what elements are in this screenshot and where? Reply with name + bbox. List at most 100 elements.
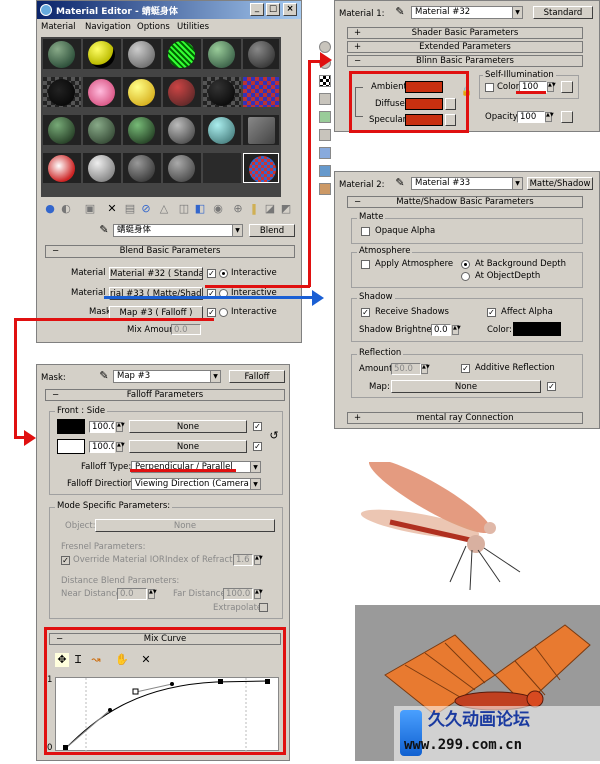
assign-to-selection-icon[interactable]: ▣ (83, 202, 97, 216)
mat1-type-button[interactable]: Standard (533, 6, 593, 19)
at-object-depth-radio[interactable] (461, 272, 470, 281)
override-ior-checkbox[interactable]: ✓ (61, 556, 70, 565)
sample-slot[interactable] (123, 77, 161, 107)
front-value-field[interactable]: 100.0 (89, 421, 115, 433)
ior-field[interactable]: 1.6 (233, 554, 253, 566)
falloff-direction-dropdown[interactable]: Viewing Direction (Camera Z-Axis) ▼ (131, 478, 261, 490)
sample-slot[interactable] (83, 153, 121, 183)
show-end-result-icon[interactable]: ◉ (211, 202, 225, 216)
reflection-amount-field[interactable]: 50.0 (391, 363, 421, 375)
shadow-color-swatch[interactable] (513, 322, 561, 336)
background-icon[interactable] (319, 75, 331, 87)
far-distance-field[interactable]: 100.0 (223, 588, 253, 600)
opacity-field[interactable]: 100 (517, 111, 545, 123)
close-button[interactable]: × (283, 3, 297, 16)
title-bar[interactable]: Material Editor - 蜻蜓身体 _ □ × (37, 1, 301, 19)
sample-slot[interactable] (123, 153, 161, 183)
mask-enable-checkbox[interactable]: ✓ (207, 308, 216, 317)
sample-slot[interactable] (243, 77, 279, 107)
put-to-library-icon[interactable]: △ (157, 202, 171, 216)
swap-colors-icon[interactable]: ↺ (267, 429, 281, 443)
opacity-spinner[interactable]: ▲▼ (545, 112, 554, 122)
sample-slot[interactable] (43, 153, 81, 183)
falloff-rollout[interactable]: − Falloff Parameters (45, 389, 285, 401)
shadow-brightness-field[interactable]: 0.0 (431, 324, 451, 336)
opaque-alpha-checkbox[interactable] (361, 227, 370, 236)
select-by-material-icon[interactable] (319, 165, 331, 177)
material-effects-channel-icon[interactable]: ◫ (177, 202, 191, 216)
sample-slot[interactable] (83, 115, 121, 145)
mix-amount-field[interactable]: 0.0 (171, 324, 201, 335)
near-distance-spinner[interactable]: ▲▼ (148, 589, 157, 599)
mat1-shader-rollout[interactable]: + Shader Basic Parameters (347, 27, 583, 39)
sample-slot[interactable] (83, 39, 121, 69)
material1-enable-checkbox[interactable]: ✓ (207, 269, 216, 278)
menu-material[interactable]: Material (41, 22, 76, 33)
mat1-blinn-rollout[interactable]: − Blinn Basic Parameters (347, 55, 583, 67)
front-value-spinner[interactable]: ▲▼ (116, 422, 125, 432)
make-unique-icon[interactable]: ⊘ (139, 202, 153, 216)
material1-button[interactable]: Material #32 ( Standard ) (109, 267, 203, 280)
receive-shadows-checkbox[interactable]: ✓ (361, 308, 370, 317)
show-map-in-viewport-icon[interactable]: ◧ (193, 202, 207, 216)
ior-spinner[interactable]: ▲▼ (254, 555, 263, 565)
material-type-button[interactable]: Blend (249, 224, 295, 237)
reset-map-icon[interactable]: ✕ (105, 202, 119, 216)
material-name-dropdown[interactable]: 蜻蜓身体 ▼ (113, 224, 243, 237)
opacity-map-button[interactable] (561, 111, 573, 123)
mental-ray-rollout[interactable]: + mental ray Connection (347, 412, 583, 424)
side-map-checkbox[interactable]: ✓ (253, 442, 262, 451)
minimize-button[interactable]: _ (250, 3, 264, 16)
mask-name-dropdown[interactable]: Map #3 ▼ (113, 370, 221, 383)
mat2-name-dropdown[interactable]: Material #33 ▼ (411, 177, 523, 190)
maximize-button[interactable]: □ (266, 3, 280, 16)
mat2-eyedropper-icon[interactable]: ✎ (393, 176, 407, 190)
front-map-button[interactable]: None (129, 420, 247, 433)
menu-navigation[interactable]: Navigation (85, 22, 131, 33)
sample-slot[interactable] (203, 115, 241, 145)
reflection-map-button[interactable]: None (391, 380, 541, 393)
reflection-amount-spinner[interactable]: ▲▼ (421, 364, 430, 374)
mat2-type-button[interactable]: Matte/Shadow (527, 177, 593, 190)
sample-slot[interactable] (163, 115, 201, 145)
near-distance-field[interactable]: 0.0 (117, 588, 147, 600)
sample-slot[interactable] (43, 77, 81, 107)
menu-options[interactable]: Options (137, 22, 170, 33)
side-value-spinner[interactable]: ▲▼ (116, 442, 125, 452)
options-icon[interactable] (319, 147, 331, 159)
mat1-eyedropper-icon[interactable]: ✎ (393, 5, 407, 19)
self-illum-map-button[interactable] (561, 81, 573, 93)
make-copy-icon[interactable]: ▤ (123, 202, 137, 216)
sample-slot[interactable] (163, 153, 201, 183)
sample-slot-active[interactable] (243, 153, 279, 183)
side-map-button[interactable]: None (129, 440, 247, 453)
matte-shadow-rollout[interactable]: − Matte/Shadow Basic Parameters (347, 196, 583, 208)
mask-type-button[interactable]: Falloff (229, 370, 285, 383)
sample-slot[interactable] (123, 39, 161, 69)
front-color-swatch[interactable] (57, 419, 85, 434)
make-preview-icon[interactable] (319, 129, 331, 141)
at-background-depth-radio[interactable] (461, 260, 470, 269)
sample-slot[interactable] (83, 77, 121, 107)
side-value-field[interactable]: 100.0 (89, 441, 115, 453)
go-forward-to-sibling-icon[interactable]: ‖ (247, 202, 261, 216)
mask-interactive-radio[interactable] (219, 308, 228, 317)
go-to-parent-icon[interactable]: ⊕ (231, 202, 245, 216)
video-check-icon[interactable] (319, 111, 331, 123)
material-map-navigator-icon[interactable]: ◩ (279, 202, 293, 216)
affect-alpha-checkbox[interactable]: ✓ (487, 308, 496, 317)
shadow-brightness-spinner[interactable]: ▲▼ (452, 325, 461, 335)
sample-slot[interactable] (203, 153, 241, 183)
apply-atmosphere-checkbox[interactable] (361, 260, 370, 269)
far-distance-spinner[interactable]: ▲▼ (254, 589, 263, 599)
self-illum-spinner[interactable]: ▲▼ (547, 82, 556, 92)
sample-slot[interactable] (43, 39, 81, 69)
sample-slot[interactable] (203, 77, 241, 107)
get-material-icon[interactable]: ● (43, 202, 57, 216)
material-navigator-icon[interactable] (319, 183, 331, 195)
additive-reflection-checkbox[interactable]: ✓ (461, 364, 470, 373)
sample-slot[interactable] (243, 115, 279, 145)
side-color-swatch[interactable] (57, 439, 85, 454)
menu-utilities[interactable]: Utilities (177, 22, 209, 33)
mat1-extended-rollout[interactable]: + Extended Parameters (347, 41, 583, 53)
